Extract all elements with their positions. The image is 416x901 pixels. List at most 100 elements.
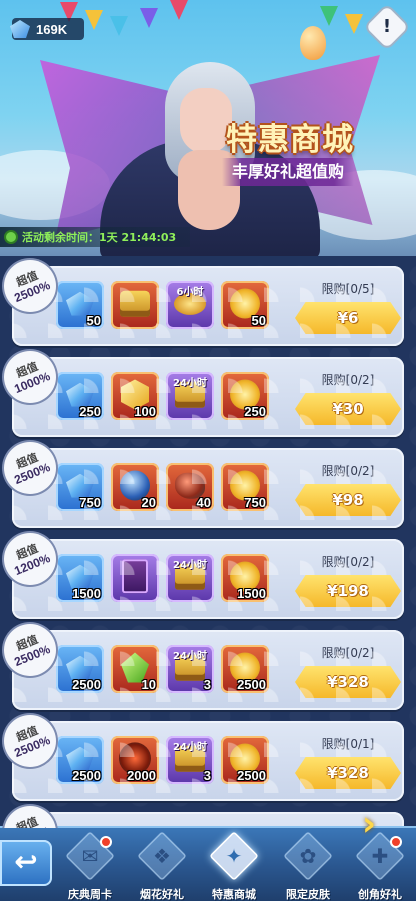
value-badge: 超值 1200% (0, 525, 64, 593)
mystery-chest-icon (120, 290, 150, 317)
offer-card: 超值 2500% 2500 2000 24小时 3 2500 限购[0/1] ¥328 (0, 707, 404, 801)
item-quantity: 2000 (127, 768, 156, 783)
buy-button[interactable]: ¥6 (295, 302, 401, 334)
reward-item-diamond[interactable]: 2500 (56, 645, 104, 693)
event-banner: 169K ! 特惠商城 丰厚好礼超值购 活动剩余时间：1天 21:44:03 (0, 0, 416, 256)
item-quantity: 50 (251, 313, 266, 328)
value-badge: 超值2500% (0, 616, 64, 684)
purchase-limit: 限购[0/1] (321, 737, 375, 751)
item-quantity: 40 (196, 495, 211, 510)
item-quantity: 1500 (237, 586, 266, 601)
reward-item-gold-medal[interactable]: 250 (221, 372, 269, 420)
buy-button[interactable]: ¥30 (295, 393, 401, 425)
buy-button[interactable]: ¥198 (295, 575, 401, 607)
festival-flag (170, 0, 188, 20)
reward-item-skill-card[interactable] (111, 554, 159, 602)
offer-card: 超值 1000% 250 100 24小时 250 限购[0/2] ¥30 (0, 343, 404, 437)
festival-flag (85, 10, 103, 30)
tab-icon: ❖ (153, 844, 171, 868)
purchase-limit: 限购[0/2] (321, 646, 375, 660)
offer-list[interactable]: 超值 2500% 50 6小时 50 限购[0/5] ¥6 超值 1000% 250 100 24小时… (0, 256, 416, 828)
item-quantity: 100 (134, 404, 156, 419)
reward-item-diamond[interactable]: 250 (56, 372, 104, 420)
offer-card: 超值 2500% 750 20 40 750 限购[0/2] ¥98 (0, 434, 404, 528)
balloon (300, 26, 326, 60)
item-quantity: 2500 (72, 677, 101, 692)
reward-item-gold-chest[interactable]: 24小时 (166, 372, 214, 420)
item-duration: 6小时 (176, 287, 204, 298)
purchase-limit: 限购[0/2] (321, 373, 375, 387)
festival-flag (110, 16, 128, 36)
offer-card: 超值 1200% 1500 24小时 1500 限购[0/2] ¥198 (0, 525, 404, 619)
tab-icon: ✦ (225, 844, 243, 868)
reward-item-gold-chest[interactable]: 24小时 (166, 554, 214, 602)
skill-card-icon (122, 559, 148, 594)
festival-flag (345, 14, 363, 34)
diamond-balance: 169K (10, 18, 84, 40)
event-timer: 活动剩余时间：1天 21:44:03 (0, 227, 190, 247)
reward-item-fire-ore[interactable]: 2000 (111, 736, 159, 784)
tab-icon: ✿ (299, 844, 317, 868)
tab-3[interactable]: ✿ 限定皮肤 (276, 831, 340, 901)
purchase-limit: 限购[0/5] (321, 282, 375, 296)
tab-label: 烟花好礼 (140, 888, 184, 901)
value-badge: 超值2500% (0, 798, 64, 828)
value-badge: 超值 1000% (0, 343, 64, 411)
tab-label: 创角好礼 (358, 888, 402, 901)
reward-item-red-ore[interactable]: 40 (166, 463, 214, 511)
reward-item-gold-chest[interactable]: 24小时 3 (166, 645, 214, 693)
reward-item-gold-hexagon[interactable]: 100 (111, 372, 159, 420)
buy-button[interactable]: ¥328 (295, 666, 401, 698)
back-button[interactable]: ↩ (0, 840, 52, 886)
tab-icon: ✉ (81, 844, 99, 868)
tab-1[interactable]: ❖ 烟花好礼 (130, 831, 194, 901)
notification-dot (390, 836, 402, 848)
reward-item-mystery-chest[interactable] (111, 281, 159, 329)
reward-item-emerald[interactable]: 10 (111, 645, 159, 693)
reward-item-gold-chest[interactable]: 24小时 3 (166, 736, 214, 784)
item-quantity: 20 (141, 495, 156, 510)
tab-2[interactable]: ✦ 特惠商城 (202, 831, 266, 901)
item-duration: 24小时 (173, 378, 207, 389)
festival-flag (320, 6, 338, 26)
tab-icon: ✚ (371, 844, 389, 868)
reward-item-gold-medal[interactable]: 750 (221, 463, 269, 511)
reward-item-gold-medal[interactable]: 1500 (221, 554, 269, 602)
chevron-right-icon[interactable]: › (362, 806, 390, 842)
buy-button[interactable]: ¥98 (295, 484, 401, 516)
item-duration: 24小时 (173, 651, 207, 662)
tab-4[interactable]: ✚ 创角好礼 (348, 831, 412, 901)
tab-0[interactable]: ✉ 庆典周卡 (58, 831, 122, 901)
reward-item-diamond[interactable]: 750 (56, 463, 104, 511)
reward-item-diamond[interactable]: 50 (56, 281, 104, 329)
value-badge: 超值2500% (0, 256, 64, 320)
reward-item-gold-medal[interactable]: 50 (221, 281, 269, 329)
exclamation-icon: ! (382, 16, 392, 37)
reward-item-gold-medal[interactable]: 2500 (221, 736, 269, 784)
item-duration: 24小时 (173, 742, 207, 753)
offer-card: 超值 2500% 2500 10 24小时 3 2500 限购[0/2] ¥328 (0, 616, 404, 710)
value-badge: 超值2500% (0, 434, 64, 502)
value-badge: 超值2500% (0, 707, 64, 775)
reward-item-diamond[interactable]: 1500 (56, 554, 104, 602)
reward-item-gold-medal[interactable]: 2500 (221, 645, 269, 693)
info-button[interactable]: ! (365, 5, 409, 49)
diamond-icon (10, 20, 30, 38)
item-quantity: 250 (244, 404, 266, 419)
timer-text: 活动剩余时间：1天 21:44:03 (22, 231, 177, 244)
buy-button[interactable]: ¥328 (295, 757, 401, 789)
purchase-limit: 限购[0/2] (321, 555, 375, 569)
purchase-limit: 限购[0/2] (321, 464, 375, 478)
reward-item-diamond[interactable]: 2500 (56, 736, 104, 784)
page-title: 特惠商城 (226, 122, 354, 158)
hero-face (180, 88, 232, 154)
tab-label: 特惠商城 (212, 888, 256, 901)
item-duration: 24小时 (173, 560, 207, 571)
reward-item-coin-pile[interactable]: 6小时 (166, 281, 214, 329)
item-quantity: 2500 (72, 768, 101, 783)
bottom-nav: ↩ ✉ 庆典周卡 ❖ 烟花好礼 ✦ 特惠商城 ✿ 限定皮肤 ✚ 创角好礼 (0, 826, 416, 901)
item-quantity: 750 (79, 495, 101, 510)
item-quantity: 10 (141, 677, 156, 692)
reward-item-blue-orb[interactable]: 20 (111, 463, 159, 511)
festival-flag (140, 8, 158, 28)
